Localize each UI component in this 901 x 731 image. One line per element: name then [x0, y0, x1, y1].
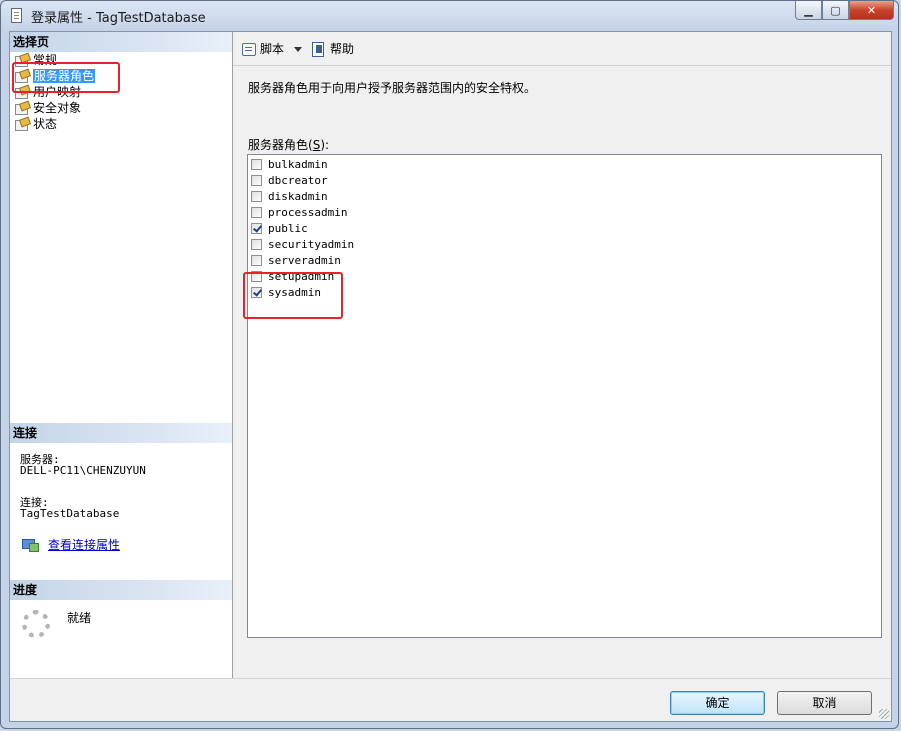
- script-icon: [241, 42, 257, 56]
- progress-spinner-icon: [22, 610, 50, 638]
- view-connection-properties-link[interactable]: 查看连接属性: [48, 536, 120, 553]
- connection-heading: 连接: [10, 423, 232, 443]
- role-item-securityadmin[interactable]: securityadmin: [251, 236, 354, 252]
- role-checkbox[interactable]: [251, 222, 262, 234]
- dialog-client-area: 选择页 常规 服务器角色 用户映射 安全对象 状态 连接 服务器: DELL-P…: [9, 31, 892, 722]
- role-name: processadmin: [268, 205, 348, 219]
- nav-item-status[interactable]: 状态: [13, 116, 95, 132]
- script-dropdown-arrow-icon[interactable]: [294, 47, 302, 52]
- server-roles-label: 服务器角色(S):: [248, 136, 329, 153]
- nav-item-label: 状态: [33, 117, 58, 131]
- role-name: public: [268, 221, 308, 235]
- help-button[interactable]: 帮助: [311, 40, 354, 58]
- nav-item-label: 安全对象: [33, 101, 82, 115]
- role-name: serveradmin: [268, 253, 341, 267]
- annotation-box-server-roles: [12, 62, 120, 93]
- role-item-bulkadmin[interactable]: bulkadmin: [251, 156, 328, 172]
- script-button[interactable]: 脚本: [241, 40, 284, 58]
- document-icon: [11, 8, 22, 23]
- annotation-box-sysadmin: [243, 272, 343, 319]
- server-roles-list[interactable]: bulkadmin dbcreator diskadmin processadm…: [247, 154, 882, 638]
- page-icon: [15, 118, 29, 131]
- role-checkbox[interactable]: [251, 254, 262, 266]
- progress-heading: 进度: [10, 580, 232, 600]
- title-bar[interactable]: 登录属性 - TagTestDatabase ▁ ▢ ✕: [1, 1, 900, 31]
- help-icon: [311, 42, 327, 57]
- cancel-button[interactable]: 取消: [777, 691, 872, 715]
- role-item-serveradmin[interactable]: serveradmin: [251, 252, 341, 268]
- window-controls: ▁ ▢ ✕: [795, 1, 894, 21]
- login-properties-window: 登录属性 - TagTestDatabase ▁ ▢ ✕ 选择页 常规 服务器角…: [0, 0, 899, 729]
- left-pane: 选择页 常规 服务器角色 用户映射 安全对象 状态 连接 服务器: DELL-P…: [10, 32, 233, 678]
- script-label: 脚本: [260, 42, 285, 56]
- role-checkbox[interactable]: [251, 190, 262, 202]
- connection-properties-icon: [22, 537, 39, 552]
- progress-status: 就绪: [67, 611, 92, 625]
- help-label: 帮助: [330, 42, 355, 56]
- roles-label-prefix: 服务器角色(: [248, 138, 313, 152]
- role-item-processadmin[interactable]: processadmin: [251, 204, 347, 220]
- role-name: dbcreator: [268, 173, 328, 187]
- nav-item-securables[interactable]: 安全对象: [13, 100, 95, 116]
- dialog-footer: 确定 取消: [10, 678, 891, 721]
- page-description: 服务器角色用于向用户授予服务器范围内的安全特权。: [248, 81, 537, 95]
- roles-label-suffix: ):: [320, 138, 330, 152]
- role-checkbox[interactable]: [251, 206, 262, 218]
- connection-value: TagTestDatabase: [20, 507, 120, 520]
- maximize-button[interactable]: ▢: [822, 1, 849, 20]
- window-title: 登录属性 - TagTestDatabase: [31, 11, 206, 26]
- role-name: diskadmin: [268, 189, 328, 203]
- ok-button[interactable]: 确定: [670, 691, 765, 715]
- role-item-dbcreator[interactable]: dbcreator: [251, 172, 328, 188]
- role-checkbox[interactable]: [251, 158, 262, 170]
- close-button[interactable]: ✕: [849, 1, 894, 20]
- toolbar: 脚本 帮助: [233, 32, 891, 66]
- select-page-heading: 选择页: [10, 32, 232, 52]
- role-item-diskadmin[interactable]: diskadmin: [251, 188, 328, 204]
- page-icon: [15, 102, 29, 115]
- role-checkbox[interactable]: [251, 174, 262, 186]
- minimize-button[interactable]: ▁: [795, 1, 822, 20]
- server-value: DELL-PC11\CHENZUYUN: [20, 464, 146, 477]
- role-item-public[interactable]: public: [251, 220, 308, 236]
- role-name: bulkadmin: [268, 157, 328, 171]
- resize-grip-icon[interactable]: [879, 709, 889, 719]
- role-checkbox[interactable]: [251, 238, 262, 250]
- role-name: securityadmin: [268, 237, 355, 251]
